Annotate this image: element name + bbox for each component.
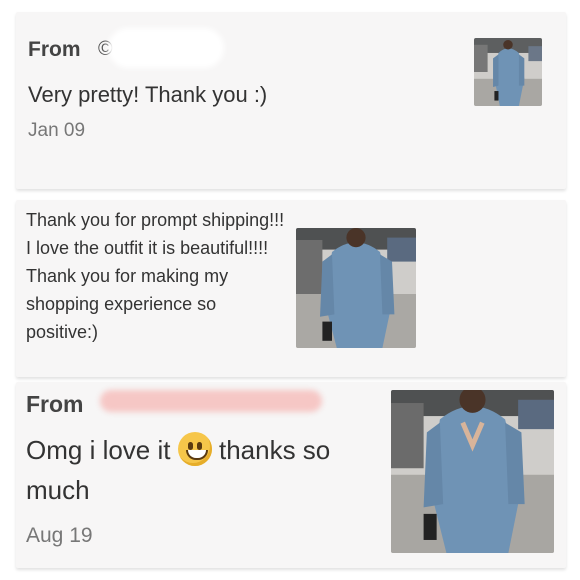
review-card-1: From © Very pretty! Thank you :) Jan 09 [16, 12, 566, 189]
photo-thumbnail-icon [474, 38, 542, 106]
review-photo-thumbnail[interactable] [296, 228, 416, 348]
review-photo-thumbnail[interactable] [391, 390, 554, 553]
card-divider [432, 200, 452, 377]
redacted-username [100, 390, 322, 412]
review-message: Thank you for prompt shipping!!! I love … [26, 210, 285, 342]
review-card-3: From Omg i love it thanks so much Aug 19 [16, 382, 566, 568]
review-card-2: Thank you for prompt shipping!!! I love … [16, 200, 566, 377]
review-photo-thumbnail[interactable] [474, 38, 542, 106]
review-from-label: From [26, 391, 84, 417]
review-from-label: From [28, 38, 81, 61]
redacted-username [108, 28, 224, 68]
review-message: Very pretty! Thank you :) [28, 82, 268, 107]
review-message: Omg i love it thanks so much [26, 430, 366, 510]
review-date: Aug 19 [26, 524, 93, 547]
photo-thumbnail-icon [391, 390, 554, 553]
grinning-face-emoji-icon [177, 432, 212, 466]
photo-thumbnail-icon [296, 228, 416, 348]
review-message-part1: Omg i love it [26, 435, 171, 465]
review-date: Jan 09 [28, 120, 86, 141]
